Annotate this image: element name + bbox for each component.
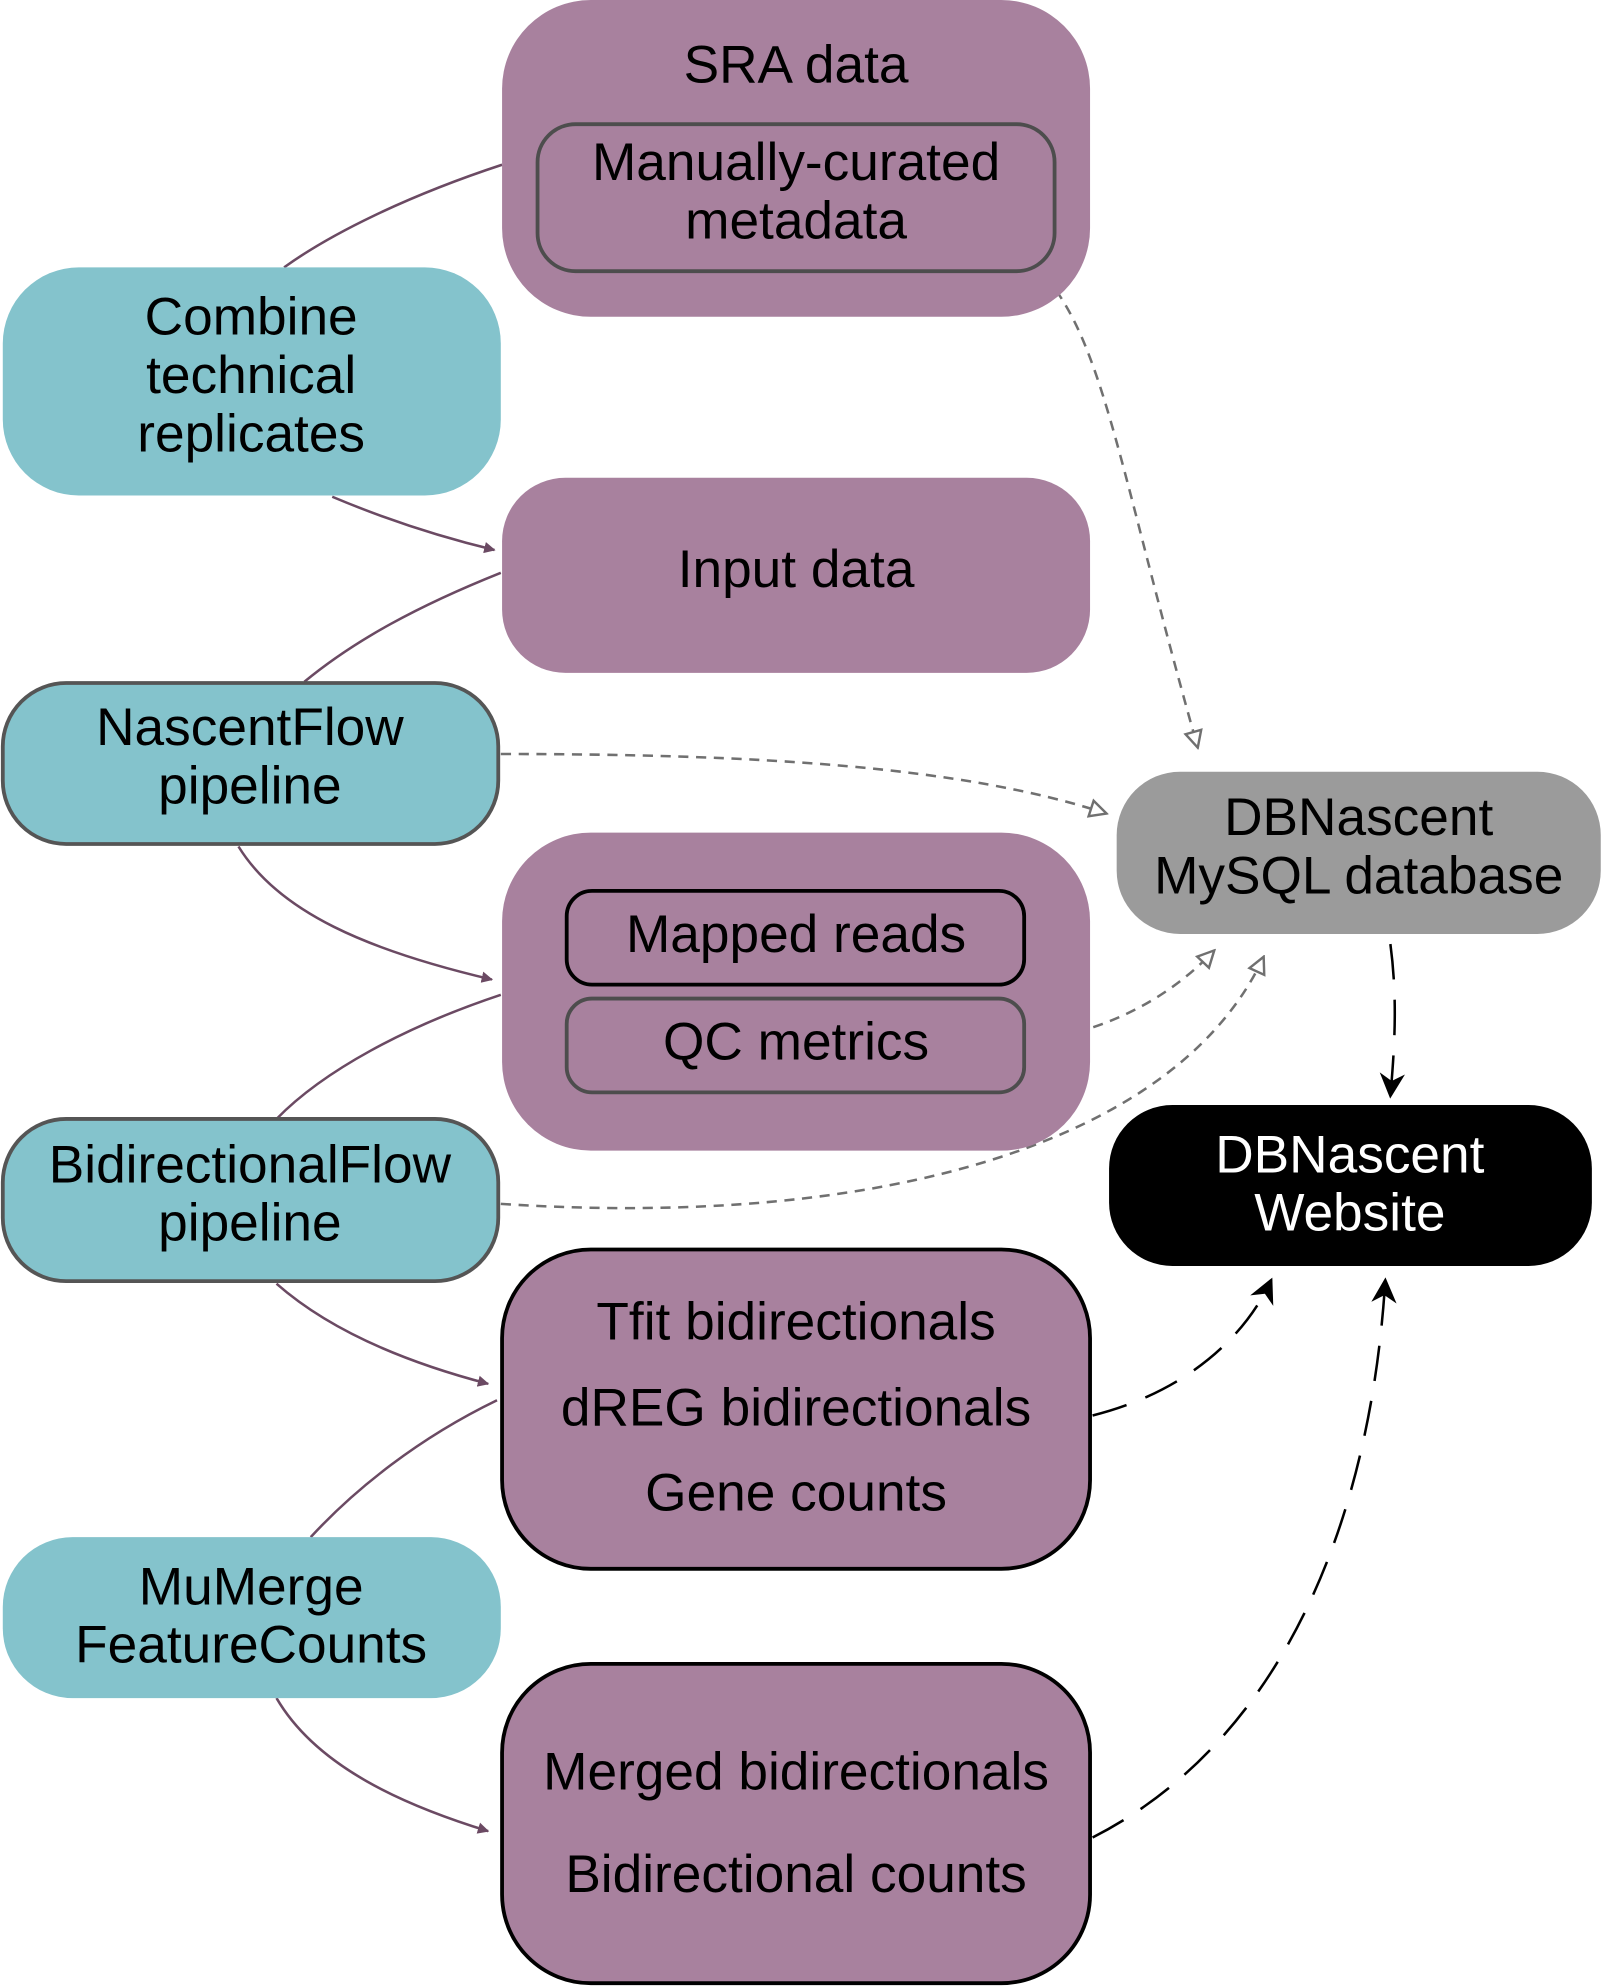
node-label: pipeline [158,757,341,816]
node-label: Combine [145,288,358,347]
metadata-line: Manually-curated [592,133,1000,192]
edge-nascentflow-mapped [237,845,494,983]
node-label: dREG bidirectionals [561,1379,1031,1438]
nascentflow-node: NascentFlow pipeline [0,681,501,846]
edge-merged-website [1092,1277,1397,1839]
node-label: Bidirectional counts [565,1845,1026,1904]
qc-metrics-label: QC metrics [663,1013,929,1072]
combine-replicates-node: Combine technical replicates [2,267,501,496]
edge-tfit-website [1092,1277,1274,1417]
metadata-line: metadata [685,191,907,250]
mysql-database-node: DBNascent MySQL database [1116,771,1601,934]
node-label: Gene counts [645,1464,947,1523]
input-data-node: Input data [502,477,1091,673]
edge-mumerge-merged [275,1697,490,1834]
edge-bidirectionalflow-tfit [275,1282,490,1387]
node-label: DBNascent [1215,1125,1484,1184]
website-node: DBNascent Website [1109,1105,1592,1266]
node-label: Tfit bidirectionals [596,1293,995,1352]
workflow-diagram: SRA data Manually-curated metadata Combi… [0,0,1601,1986]
edge-sra-combine [283,163,503,269]
node-label: Input data [678,540,915,599]
sra-title: SRA data [684,35,909,94]
sra-data-node: SRA data Manually-curated metadata [502,0,1091,317]
edge-tfit-mumerge [309,1399,498,1538]
bidirectional-outputs-node: Tfit bidirectionals dREG bidirectionals … [500,1247,1092,1571]
node-label: FeatureCounts [75,1616,427,1675]
node-label: Merged bidirectionals [543,1742,1049,1801]
edge-mapped-bidirectionalflow [275,993,502,1120]
edge-nascentflow-database [500,752,1107,814]
node-label: BidirectionalFlow [49,1135,452,1194]
node-label: MySQL database [1154,847,1563,906]
mapped-outputs-node: Mapped reads QC metrics [502,832,1091,1151]
node-label: replicates [137,404,365,463]
node-label: NascentFlow [96,698,404,757]
edge-combine-input [331,495,496,554]
node-label: DBNascent [1224,788,1493,847]
mumerge-node: MuMerge FeatureCounts [2,1537,501,1699]
edge-input-nascentflow [303,571,502,683]
node-label: pipeline [158,1194,341,1253]
node-label: MuMerge [139,1557,364,1616]
node-label: technical [146,346,356,405]
edge-database-website [1379,943,1405,1099]
merged-outputs-node: Merged bidirectionals Bidirectional coun… [500,1661,1092,1986]
mapped-reads-label: Mapped reads [626,905,966,964]
bidirectionalflow-node: BidirectionalFlow pipeline [0,1117,501,1284]
node-label: Website [1254,1184,1445,1243]
